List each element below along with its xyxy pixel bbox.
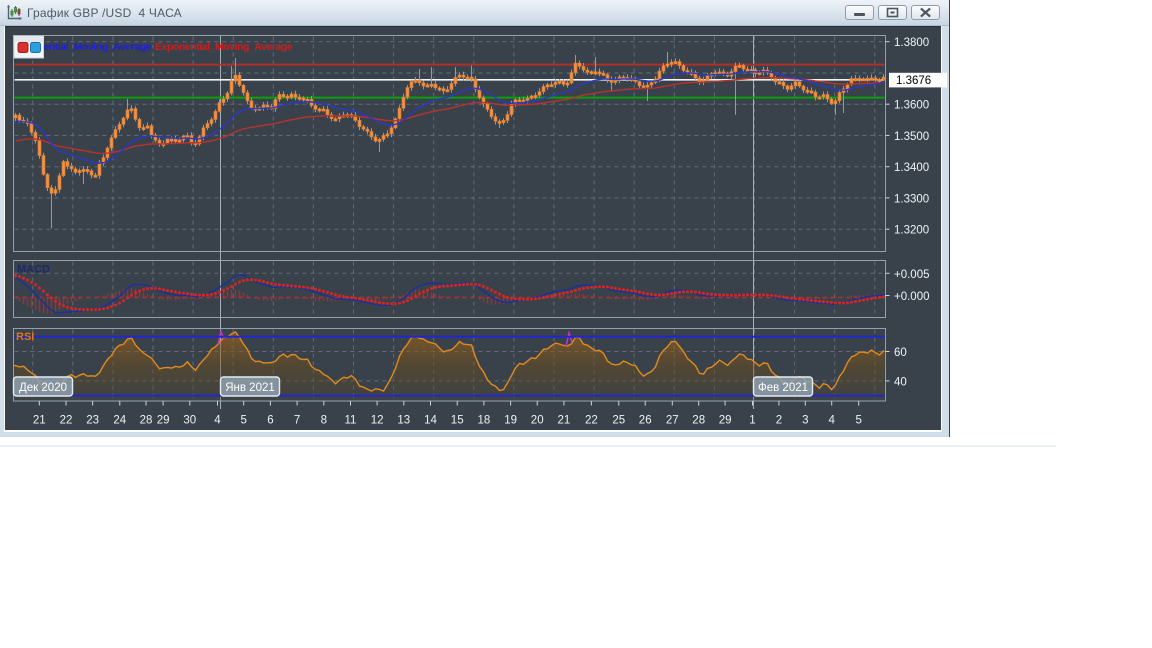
svg-text:27: 27 (666, 415, 679, 427)
svg-text:1: 1 (749, 415, 755, 427)
svg-text:40: 40 (894, 376, 907, 388)
svg-text:+0.005: +0.005 (894, 269, 930, 281)
svg-text:5: 5 (240, 415, 246, 427)
svg-text:21: 21 (33, 415, 46, 427)
svg-text:7: 7 (294, 415, 300, 427)
svg-text:MACD: MACD (17, 264, 50, 276)
svg-text:1.3300: 1.3300 (894, 193, 929, 205)
svg-text:6: 6 (267, 415, 273, 427)
svg-text:ential_Moving_Average: ential_Moving_Average (44, 41, 152, 53)
svg-text:4: 4 (828, 415, 835, 427)
svg-text:Янв 2021: Янв 2021 (225, 382, 275, 394)
svg-text:1.3200: 1.3200 (894, 225, 929, 237)
svg-text:Фев 2021: Фев 2021 (758, 382, 808, 394)
svg-text:28: 28 (692, 415, 705, 427)
svg-text:1.3600: 1.3600 (894, 100, 929, 112)
svg-text:19: 19 (504, 415, 517, 427)
svg-text:+0.000: +0.000 (894, 291, 930, 303)
svg-text:23: 23 (86, 415, 99, 427)
svg-text:21: 21 (558, 415, 571, 427)
svg-text:Дек 2020: Дек 2020 (19, 382, 67, 394)
svg-text:1.3500: 1.3500 (894, 131, 929, 143)
svg-text:1.3400: 1.3400 (894, 162, 929, 174)
svg-text:18: 18 (478, 415, 491, 427)
svg-text:4: 4 (214, 415, 221, 427)
svg-text:Exponential_Moving_Average: Exponential_Moving_Average (155, 41, 293, 53)
svg-text:25: 25 (612, 415, 625, 427)
svg-text:2: 2 (776, 415, 782, 427)
svg-text:8: 8 (321, 415, 327, 427)
svg-text:28: 28 (140, 415, 153, 427)
svg-text:22: 22 (585, 415, 598, 427)
svg-text:22: 22 (60, 415, 73, 427)
svg-text:1.3800: 1.3800 (894, 37, 929, 49)
svg-text:RSI: RSI (16, 331, 34, 343)
svg-text:1.3676: 1.3676 (896, 75, 931, 87)
svg-text:13: 13 (397, 415, 410, 427)
svg-text:14: 14 (424, 415, 437, 427)
svg-text:20: 20 (531, 415, 544, 427)
svg-text:29: 29 (157, 415, 170, 427)
svg-text:29: 29 (719, 415, 732, 427)
svg-text:30: 30 (183, 415, 196, 427)
svg-text:15: 15 (451, 415, 464, 427)
svg-text:26: 26 (639, 415, 652, 427)
svg-text:24: 24 (113, 415, 126, 427)
svg-text:12: 12 (371, 415, 384, 427)
svg-text:60: 60 (894, 347, 907, 359)
svg-text:3: 3 (802, 415, 808, 427)
svg-text:5: 5 (855, 415, 861, 427)
svg-text:11: 11 (345, 415, 357, 427)
